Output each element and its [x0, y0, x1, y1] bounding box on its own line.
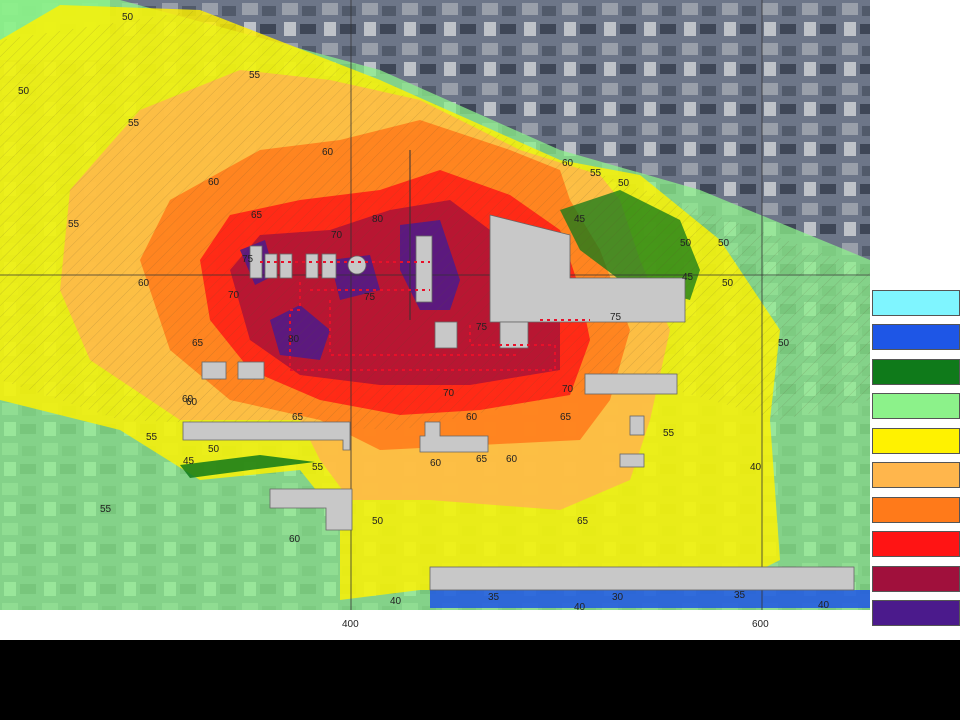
building-small-2: [264, 253, 278, 279]
building-small-4: [305, 253, 319, 279]
contour-label: 50: [722, 278, 734, 289]
contour-label: 50: [18, 86, 30, 97]
building-shed-1: [201, 361, 227, 380]
contour-label: 45: [682, 272, 694, 283]
contour-label: 65: [560, 412, 572, 423]
contour-label: 40: [750, 462, 762, 473]
contour-label: 50: [372, 516, 384, 527]
contour-label: 50: [122, 12, 134, 23]
noise-contour-map: 50 55 50 55 60 60 60 65 70 75 80 55 60 6…: [0, 0, 960, 640]
contour-label: 60: [138, 278, 150, 289]
x-axis-tick-600: 600: [752, 619, 769, 630]
legend-swatch-red: [872, 531, 960, 557]
contour-label: 65: [292, 412, 304, 423]
contour-label: 35: [734, 590, 746, 601]
contour-label: 60: [322, 147, 334, 158]
x-axis-tick-400: 400: [342, 619, 359, 630]
contour-label: 60: [562, 158, 574, 169]
contour-label: 40: [818, 600, 830, 611]
building-shed-2: [237, 361, 265, 380]
contour-label: 40: [390, 596, 402, 607]
legend-swatch-light-orange: [872, 462, 960, 488]
building-unit-a: [434, 321, 458, 349]
contour-label: 30: [612, 592, 624, 603]
contour-label: 35: [488, 592, 500, 603]
contour-map-canvas: 50 55 50 55 60 60 60 65 70 75 80 55 60 6…: [0, 0, 960, 640]
contour-label: 75: [242, 254, 254, 265]
contour-label: 70: [443, 388, 455, 399]
white-margin-right: [870, 0, 960, 290]
tank-round: [347, 255, 367, 275]
contour-label: 50: [778, 338, 790, 349]
contour-label: 50: [680, 238, 692, 249]
contour-label: 55: [312, 462, 324, 473]
contour-label: 55: [249, 70, 261, 81]
building-small-5: [321, 253, 337, 279]
building-tall-block: [415, 235, 433, 303]
legend-swatch-blue: [872, 324, 960, 350]
legend-swatch-yellow: [872, 428, 960, 454]
contour-label: 60: [289, 534, 301, 545]
contour-label: 55: [590, 168, 602, 179]
contour-label: 55: [128, 118, 140, 129]
contour-label: 65: [476, 454, 488, 465]
contour-label: 80: [372, 214, 384, 225]
contour-label: 55: [68, 219, 80, 230]
building-small-3: [279, 253, 293, 279]
contour-label: 80: [288, 334, 300, 345]
contour-label: 70: [562, 384, 574, 395]
contour-label: 60: [208, 177, 220, 188]
contour-label: 55: [146, 432, 158, 443]
contour-label: 65: [577, 516, 589, 527]
building-small-south: [619, 453, 645, 468]
contour-label: 60: [466, 412, 478, 423]
contour-label: 70: [331, 230, 343, 241]
contour-label: 70: [228, 290, 240, 301]
contour-label: 60: [506, 454, 518, 465]
contour-label: 60: [430, 458, 442, 469]
contour-label: 75: [476, 322, 488, 333]
building-east-block: [584, 373, 678, 395]
contour-label: 65: [192, 338, 204, 349]
contour-label: 55: [100, 504, 112, 515]
contour-label: 55: [663, 428, 675, 439]
contour-label: 75: [364, 292, 376, 303]
contour-label: 75: [610, 312, 622, 323]
building-post: [629, 415, 645, 436]
legend-swatch-cyan: [872, 290, 960, 316]
axis-strip: [0, 610, 870, 640]
contour-label: 45: [574, 214, 586, 225]
legend-swatch-dark-green: [872, 359, 960, 385]
contour-label: 50: [618, 178, 630, 189]
contour-label: 60: [182, 394, 194, 405]
legend-swatch-purple: [872, 600, 960, 626]
contour-label: 65: [251, 210, 263, 221]
contour-label: 50: [208, 444, 220, 455]
building-bottom-long: [429, 566, 855, 591]
black-bottom-band: [0, 640, 960, 720]
legend-swatch-light-green: [872, 393, 960, 419]
legend-swatch-orange: [872, 497, 960, 523]
contour-label: 45: [183, 456, 195, 467]
contour-label: 50: [718, 238, 730, 249]
legend-swatch-dark-red: [872, 566, 960, 592]
